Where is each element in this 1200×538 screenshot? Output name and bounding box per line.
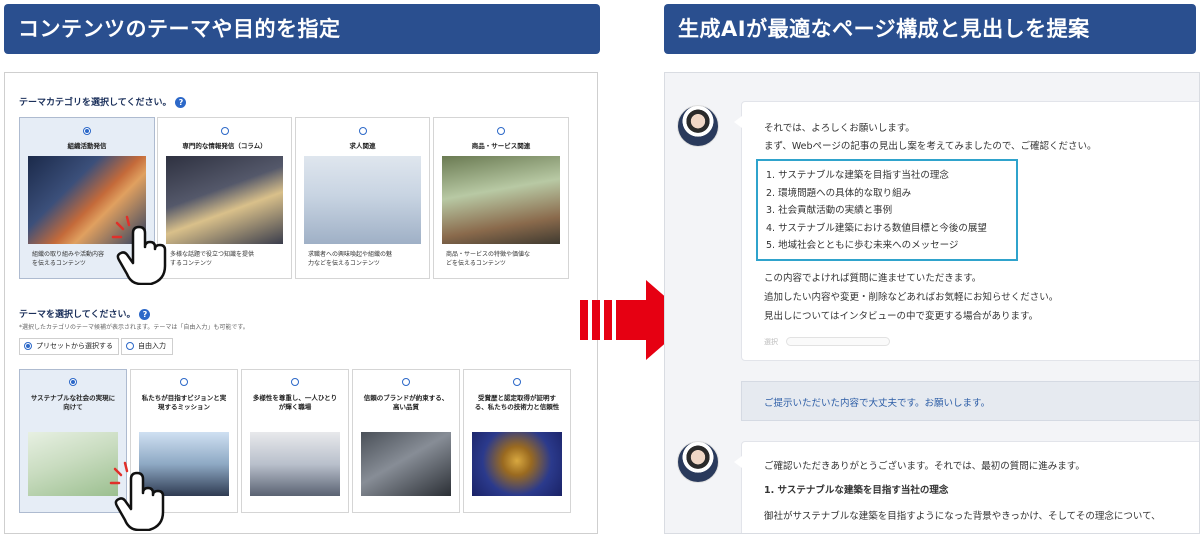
pointer-hand-icon: [109, 461, 165, 531]
preset-label: プリセットから選択する: [36, 342, 113, 350]
category-title: 商品・サービス関連: [471, 142, 531, 150]
theme-title: 受賞歴と認定取得が証明す る、私たちの技術力と信頼性: [474, 394, 560, 411]
preset-radio[interactable]: [24, 342, 32, 350]
shop-image: [442, 156, 560, 244]
theme-note: *選択したカテゴリのテーマ候補が表示されます。テーマは「自由入力」も可能です。: [19, 324, 249, 331]
outline-item: 3. 社会貢献活動の実績と事例: [766, 205, 893, 216]
theme-card-award[interactable]: 受賞歴と認定取得が証明す る、私たちの技術力と信頼性: [463, 369, 571, 513]
ai-message-line: この内容でよければ質問に進ませていただきます。: [764, 273, 982, 284]
right-banner: 生成AIが最適なページ構成と見出しを提案: [664, 4, 1196, 54]
user-message: ご提示いただいた内容で大丈夫です。お願いします。: [764, 398, 991, 409]
user-message-bubble: ご提示いただいた内容で大丈夫です。お願いします。: [741, 381, 1199, 421]
laptop-image: [166, 156, 283, 244]
category-radio[interactable]: [220, 127, 229, 135]
category-title: 専門的な情報発信（コラム）: [182, 142, 267, 150]
theme-question: テーマを選択してください。?: [19, 307, 151, 320]
team-image: [250, 432, 340, 496]
free-input-toggle[interactable]: 自由入力: [121, 338, 173, 355]
staff-image: [304, 156, 421, 244]
category-title: 求人関連: [349, 142, 376, 150]
outline-item: 1. サステナブルな建築を目指す当社の理念: [766, 170, 949, 181]
category-question-text: テーマカテゴリを選択してください。: [19, 98, 172, 108]
theme-title: 多様性を尊重し、一人ひとり が輝く職場: [252, 394, 338, 411]
ai-avatar: [677, 441, 719, 483]
category-card-recruit[interactable]: 求人関連 求職者への興味喚起や組織の魅 力などを伝えるコンテンツ: [295, 117, 430, 279]
outline-list: 1. サステナブルな建築を目指す当社の理念 2. 環境問題への具体的な取り組み …: [756, 159, 1018, 261]
mechanic-image: [361, 432, 451, 496]
theme-question-text: テーマを選択してください。: [19, 310, 136, 320]
category-desc: 多様な話題で役立つ知識を提供 するコンテンツ: [170, 251, 255, 267]
theme-form-panel: テーマカテゴリを選択してください。? 組織活動発信 組織の取り組みや活動内容 を伝…: [4, 72, 598, 534]
trophy-image: [472, 432, 562, 496]
ai-message-line: 見出しについてはインタビューの中で変更する場合があります。: [764, 311, 1039, 322]
category-question: テーマカテゴリを選択してください。?: [19, 95, 187, 108]
ai-message-line: ご確認いただきありがとうございます。それでは、最初の質問に進みます。: [764, 461, 1085, 472]
ai-message-heading: 1. サステナブルな建築を目指す当社の理念: [764, 485, 949, 496]
theme-title: 私たちが目指すビジョンと実 現するミッション: [141, 394, 227, 411]
theme-radio[interactable]: [69, 378, 77, 386]
preset-toggle[interactable]: プリセットから選択する: [19, 338, 119, 355]
free-input-radio[interactable]: [126, 342, 134, 350]
theme-title: 信頼のブランドが約束する、 高い品質: [363, 394, 449, 411]
category-radio[interactable]: [358, 127, 367, 135]
outline-item: 2. 環境問題への具体的な取り組み: [766, 187, 912, 199]
ai-message-line: 追加したい内容や変更・削除などあればお気軽にお知らせください。: [764, 292, 1059, 303]
ai-message-line: まず、Webページの記事の見出し案を考えてみましたので、ご確認ください。: [764, 141, 1097, 152]
theme-card-diversity[interactable]: 多様性を尊重し、一人ひとり が輝く職場: [241, 369, 349, 513]
ai-message-line: 御社がサステナブルな建築を目指すようになった背景やきっかけ、そしてその理念につい…: [764, 511, 1161, 522]
select-button[interactable]: [786, 337, 890, 346]
category-card-product[interactable]: 商品・サービス関連 商品・サービスの特徴や価値な どを伝えるコンテンツ: [433, 117, 569, 279]
category-title: 組織活動発信: [67, 142, 107, 150]
outline-item: 5. 地域社会とともに歩む未来へのメッセージ: [766, 240, 959, 251]
theme-radio[interactable]: [402, 378, 410, 386]
select-label: 選択: [764, 338, 778, 346]
theme-card-quality[interactable]: 信頼のブランドが約束する、 高い品質: [352, 369, 460, 513]
help-icon[interactable]: ?: [175, 97, 187, 108]
category-radio[interactable]: [497, 127, 505, 135]
category-card-column[interactable]: 専門的な情報発信（コラム） 多様な話題で役立つ知識を提供 するコンテンツ: [157, 117, 292, 279]
category-radio[interactable]: [83, 127, 91, 135]
left-banner: コンテンツのテーマや目的を指定: [4, 4, 600, 54]
theme-radio[interactable]: [513, 378, 521, 386]
pointer-hand-icon: [111, 215, 167, 285]
free-input-label: 自由入力: [138, 342, 166, 350]
outline-item: 4. サステナブル建築における数値目標と今後の展望: [766, 222, 987, 234]
chat-panel: それでは、よろしくお願いします。 まず、Webページの記事の見出し案を考えてみま…: [664, 72, 1200, 534]
children-image: [28, 432, 118, 496]
ai-avatar: [677, 105, 719, 147]
theme-title: サステナブルな社会の実現に 向けて: [30, 394, 116, 411]
ai-message-line: それでは、よろしくお願いします。: [764, 123, 915, 134]
theme-radio[interactable]: [180, 378, 188, 386]
category-desc: 商品・サービスの特徴や価値な どを伝えるコンテンツ: [446, 251, 531, 267]
help-icon[interactable]: ?: [139, 309, 151, 320]
category-desc: 求職者への興味喚起や組織の魅 力などを伝えるコンテンツ: [308, 251, 393, 267]
ai-message-bubble: ご確認いただきありがとうございます。それでは、最初の質問に進みます。 1. サス…: [734, 441, 1199, 533]
ai-message-bubble: それでは、よろしくお願いします。 まず、Webページの記事の見出し案を考えてみま…: [734, 101, 1199, 361]
theme-radio[interactable]: [291, 378, 299, 386]
